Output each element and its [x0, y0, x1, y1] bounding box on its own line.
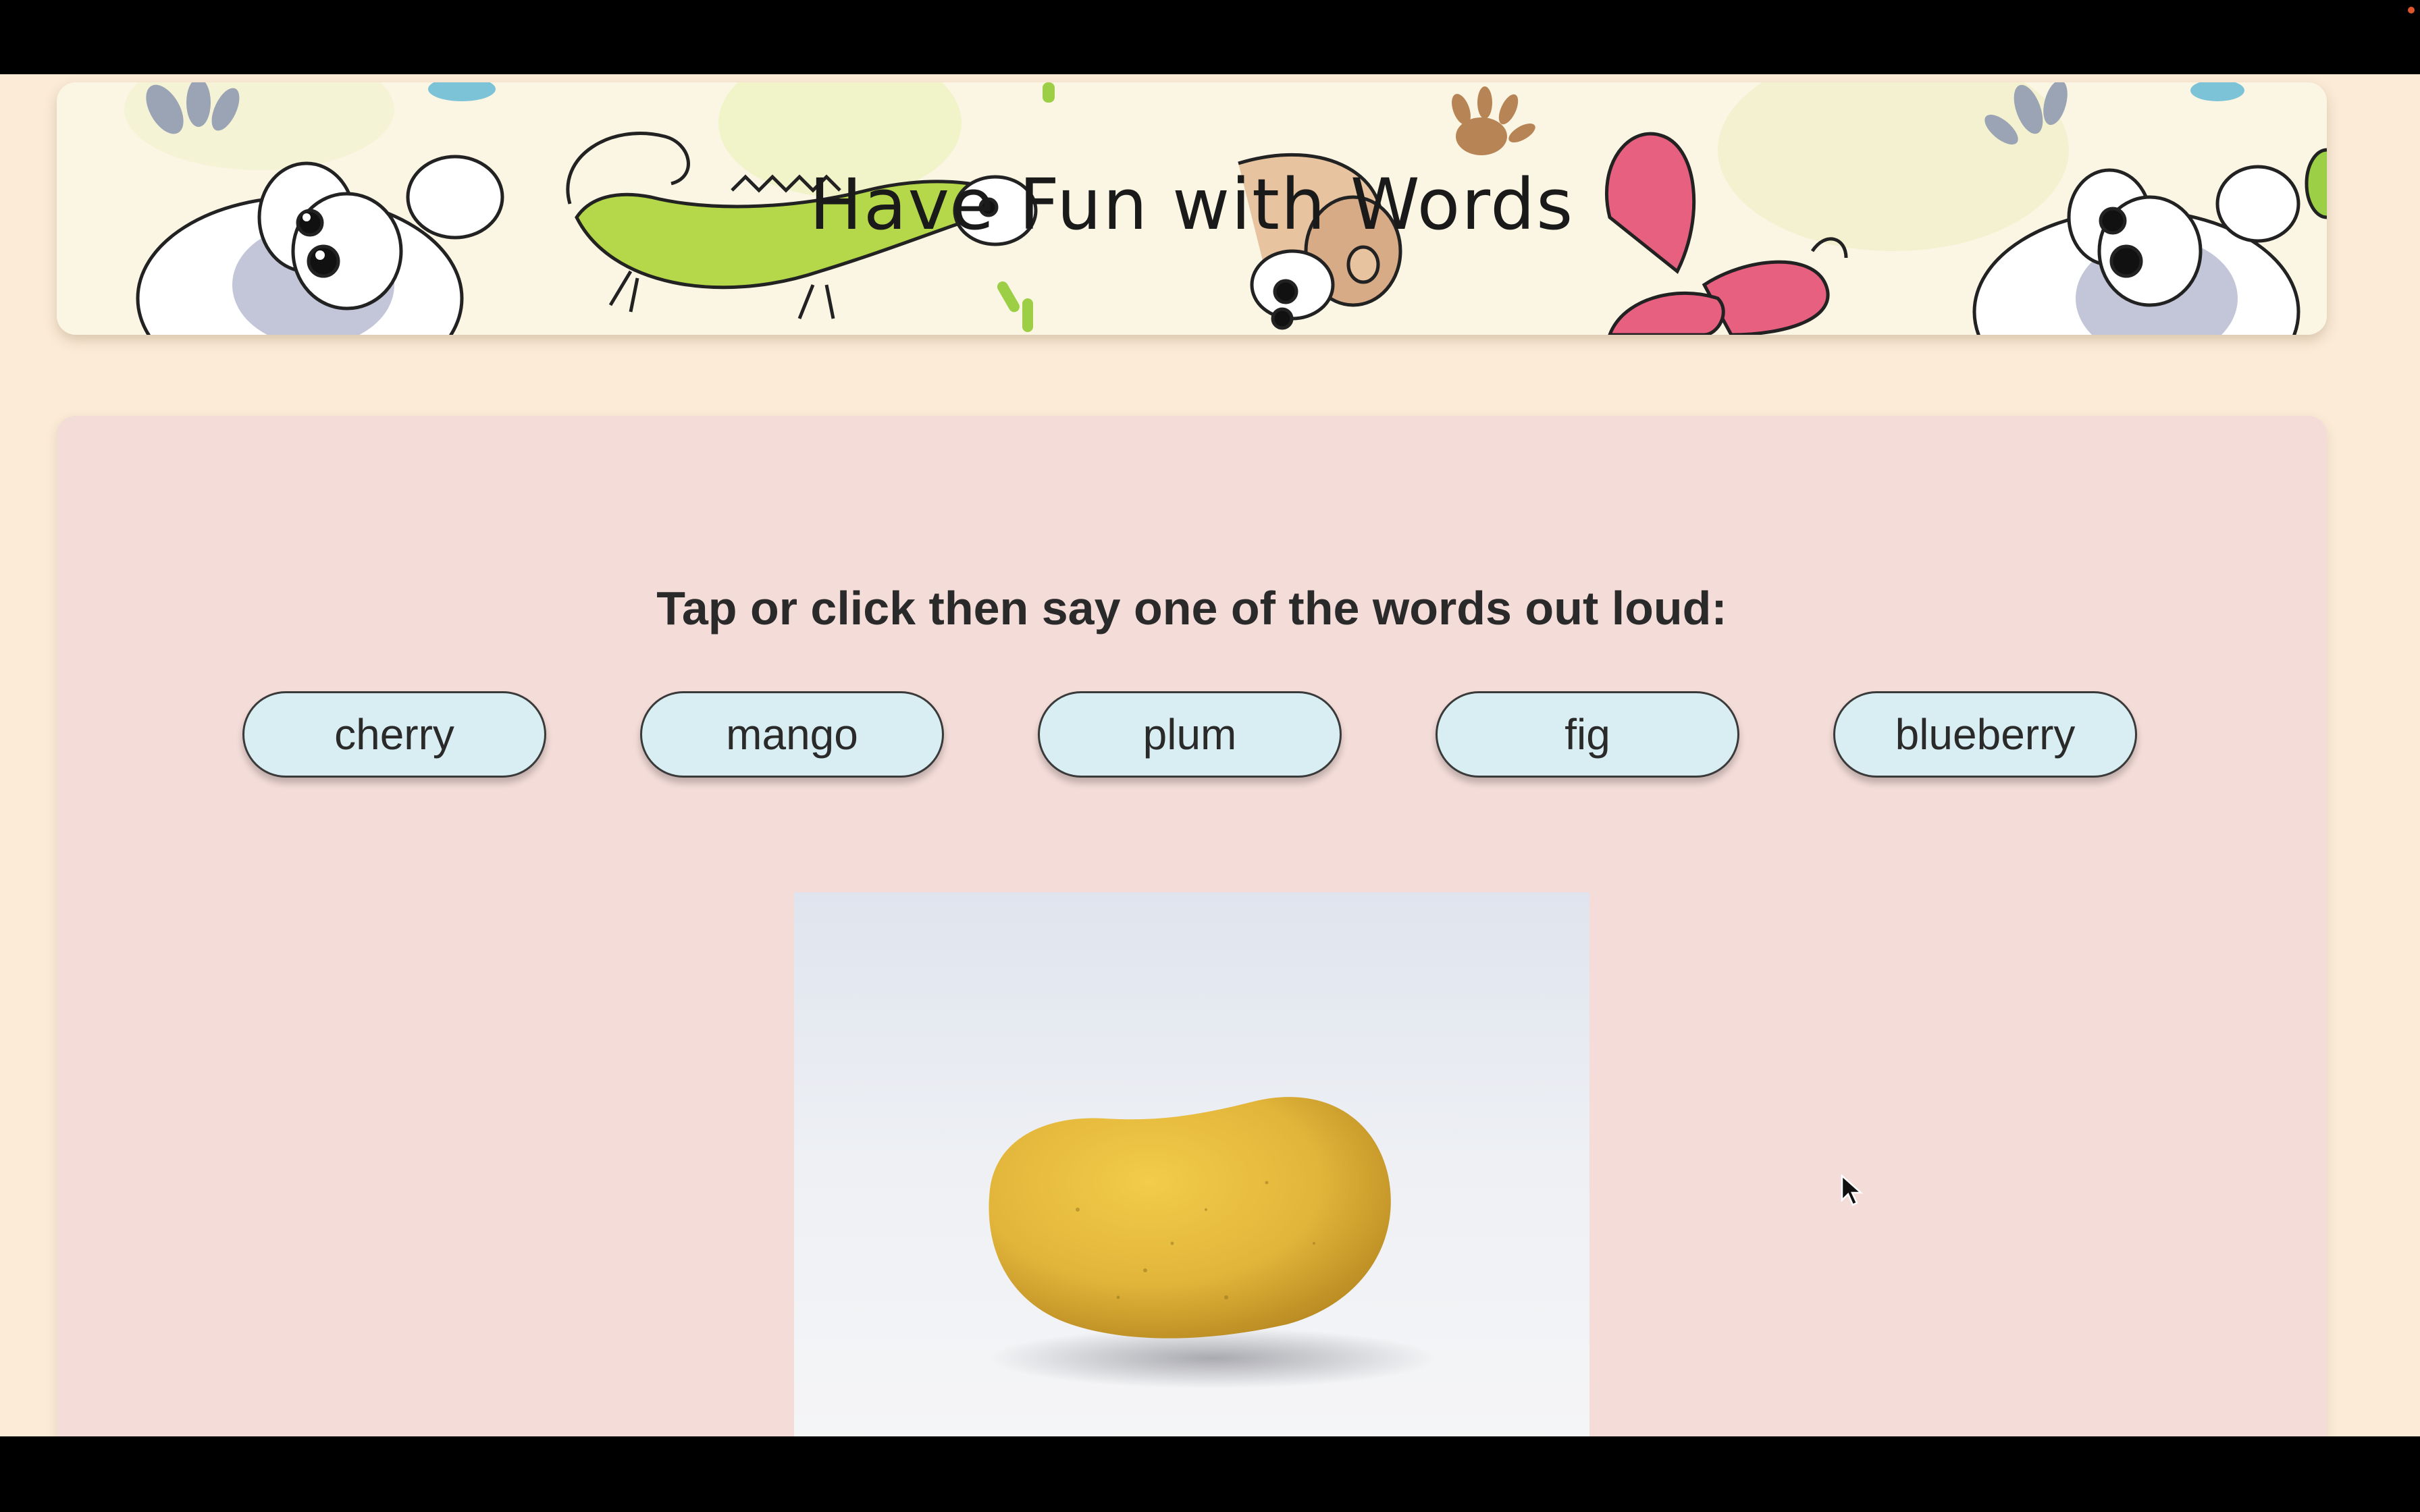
word-button-plum[interactable]: plum: [1038, 691, 1342, 778]
screen-top-bar: [0, 0, 2420, 74]
recording-indicator-icon: [2408, 7, 2415, 14]
word-button-fig[interactable]: fig: [1436, 691, 1739, 778]
word-choices: cherry mango plum fig blueberry: [57, 691, 2327, 779]
mango-photo-icon: [989, 1097, 1436, 1388]
word-button-mango[interactable]: mango: [640, 691, 944, 778]
activity-card: Tap or click then say one of the words o…: [57, 416, 2327, 1436]
word-button-cherry[interactable]: cherry: [242, 691, 546, 778]
screen-bottom-bar: [0, 1436, 2420, 1512]
fruit-picture: [794, 892, 1589, 1436]
page-title: Have Fun with Words: [809, 163, 1575, 246]
browser-viewport: Have Fun with Words Tap or click then sa…: [0, 74, 2420, 1436]
mouse-cursor-icon: [1841, 1174, 1864, 1206]
instruction-text: Tap or click then say one of the words o…: [656, 582, 1727, 634]
header-banner: Have Fun with Words: [57, 82, 2327, 335]
word-button-blueberry[interactable]: blueberry: [1833, 691, 2137, 778]
